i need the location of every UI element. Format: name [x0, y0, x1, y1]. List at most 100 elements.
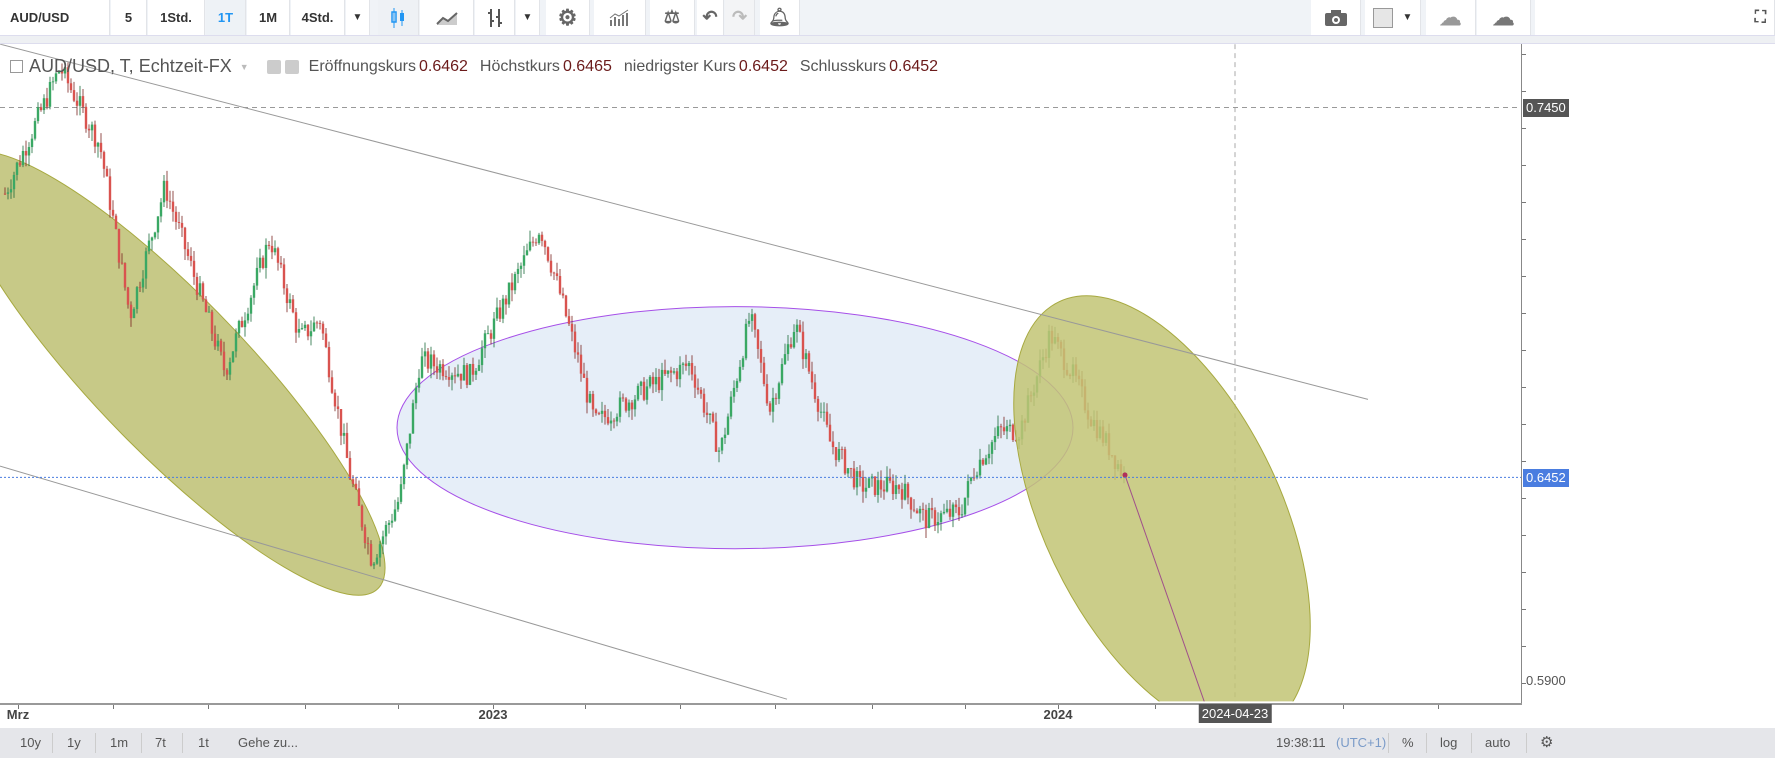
- candle-up: [537, 234, 541, 244]
- candle-down: [210, 311, 214, 334]
- candle-down: [93, 124, 97, 147]
- price-tick: [1522, 276, 1526, 277]
- candle-up: [717, 450, 721, 452]
- collapse-legend-icon[interactable]: [10, 60, 23, 73]
- candle-up: [837, 449, 841, 461]
- candle-down: [222, 351, 226, 371]
- candle-up: [249, 297, 253, 314]
- candle-up: [783, 354, 787, 365]
- candle-down: [762, 362, 766, 384]
- candle-down: [564, 295, 568, 317]
- price-axis[interactable]: [1521, 44, 1775, 704]
- candle-up: [48, 81, 52, 107]
- candle-down: [363, 527, 367, 543]
- candle-down: [204, 299, 208, 313]
- candle-up: [42, 98, 46, 111]
- candle-up: [726, 416, 730, 435]
- candle-down: [336, 406, 340, 410]
- candle-down: [183, 227, 187, 250]
- olive-ellipse-right[interactable]: [953, 239, 1372, 758]
- candle-up: [33, 121, 37, 139]
- candle-up: [507, 282, 511, 305]
- candle-down: [174, 211, 178, 222]
- candle-up: [156, 216, 160, 233]
- candle-down: [1011, 424, 1015, 441]
- olive-ellipse-left[interactable]: [0, 99, 428, 647]
- candle-down: [912, 509, 916, 511]
- candle-down: [765, 383, 769, 404]
- crosshair-price-label: 0.7450: [1523, 99, 1569, 117]
- range-1m-button[interactable]: 1m: [110, 735, 128, 750]
- candle-down: [201, 283, 205, 300]
- candle-down: [540, 234, 544, 241]
- candle-up: [480, 348, 484, 366]
- candle-down: [114, 215, 118, 229]
- candle-down: [570, 323, 574, 332]
- candle-down: [849, 468, 853, 470]
- close-value: 0.6452: [889, 57, 939, 75]
- candle-down: [213, 333, 217, 347]
- candle-up: [795, 324, 799, 332]
- time-tick: [872, 705, 873, 709]
- candle-down: [924, 509, 928, 529]
- visibility-icon[interactable]: [266, 59, 281, 74]
- range-10y-button[interactable]: 10y: [20, 735, 41, 750]
- range-1y-button[interactable]: 1y: [67, 735, 81, 750]
- dropdown-icon[interactable]: ▼: [240, 62, 249, 72]
- time-tick: [775, 705, 776, 709]
- candle-down: [753, 314, 757, 330]
- candle-down: [552, 272, 556, 274]
- candle-down: [624, 398, 628, 411]
- candle-down: [165, 180, 169, 201]
- goto-date-button[interactable]: Gehe zu...: [238, 735, 298, 750]
- candle-up: [252, 285, 256, 298]
- candle-down: [459, 373, 463, 381]
- candle-down: [435, 366, 439, 373]
- candle-up: [147, 240, 151, 252]
- timezone-button[interactable]: (UTC+1): [1336, 735, 1386, 750]
- candle-up: [303, 324, 307, 329]
- candle-down: [981, 459, 985, 465]
- candle-down: [111, 209, 115, 216]
- candle-down: [699, 389, 703, 394]
- candle-down: [75, 100, 79, 106]
- candle-up: [666, 370, 670, 374]
- blue-ellipse[interactable]: [397, 307, 1073, 549]
- gear-icon[interactable]: [284, 59, 299, 74]
- candle-up: [387, 522, 391, 525]
- candle-up: [942, 511, 946, 514]
- candle-up: [246, 313, 250, 321]
- candle-up: [144, 251, 148, 279]
- candle-down: [612, 420, 616, 422]
- candle-up: [162, 180, 166, 203]
- candle-down: [591, 393, 595, 410]
- candle-down: [684, 363, 688, 367]
- candle-down: [561, 293, 565, 296]
- candle-down: [543, 240, 547, 248]
- candle-down: [306, 324, 310, 337]
- candle-up: [372, 563, 376, 566]
- time-tick: [965, 705, 966, 709]
- candle-up: [30, 138, 34, 148]
- candle-down: [84, 106, 88, 129]
- candle-down: [180, 222, 184, 228]
- auto-scale-button[interactable]: auto: [1485, 735, 1510, 750]
- price-chart[interactable]: [0, 0, 1775, 758]
- candle-down: [933, 510, 937, 526]
- candle-down: [549, 260, 553, 273]
- range-1t-button[interactable]: 1t: [198, 735, 209, 750]
- candle-down: [360, 505, 364, 528]
- price-tick: [1522, 350, 1526, 351]
- range-7t-button[interactable]: 7t: [155, 735, 166, 750]
- candle-up: [885, 476, 889, 492]
- candle-down: [705, 412, 709, 415]
- time-tick: [208, 705, 209, 709]
- time-tick: [680, 705, 681, 709]
- gear-icon[interactable]: ⚙: [1540, 733, 1553, 751]
- time-axis[interactable]: [0, 703, 1522, 727]
- candle-up: [876, 480, 880, 495]
- log-scale-button[interactable]: log: [1440, 735, 1457, 750]
- candle-down: [582, 373, 586, 378]
- percent-scale-button[interactable]: %: [1402, 735, 1414, 750]
- candle-down: [321, 323, 325, 334]
